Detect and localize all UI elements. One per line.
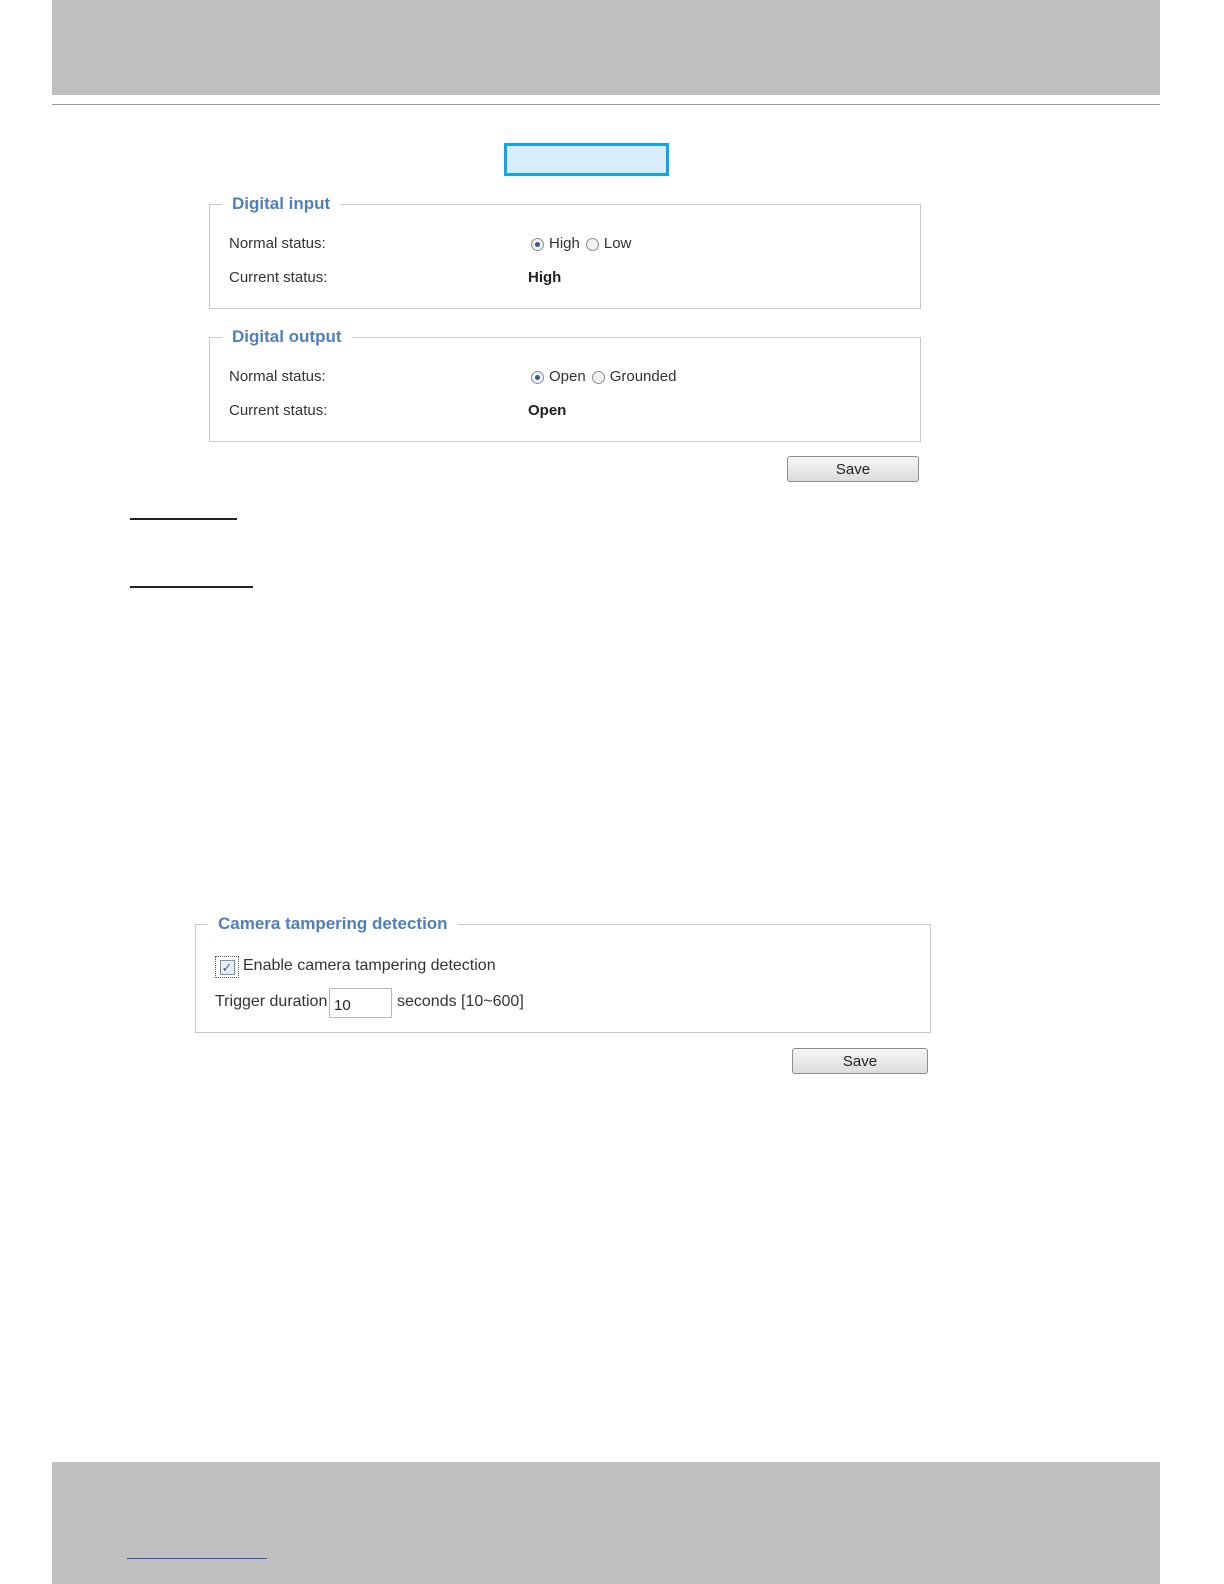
page-header-band — [52, 0, 1160, 95]
digital-input-title: Digital input — [222, 193, 341, 215]
do-current-status-label: Current status: — [229, 402, 328, 419]
do-radio-grounded-label[interactable]: Grounded — [610, 368, 677, 386]
do-radio-grounded[interactable] — [591, 370, 605, 384]
trigger-duration-input[interactable] — [329, 988, 392, 1018]
enable-tampering-checkbox-focus[interactable]: ✓ — [215, 956, 239, 978]
di-radio-low[interactable] — [585, 237, 599, 251]
underline-rule — [130, 518, 237, 520]
highlight-box — [504, 143, 669, 176]
do-normal-status-label: Normal status: — [229, 368, 326, 385]
tampering-save-button[interactable]: Save — [792, 1048, 928, 1074]
digital-output-section: Digital output — [209, 326, 921, 442]
do-current-status-value: Open — [528, 402, 567, 419]
enable-tampering-label[interactable]: Enable camera tampering detection — [243, 957, 496, 975]
trigger-duration-unit: seconds [10~600] — [397, 993, 524, 1010]
digital-input-section: Digital input — [209, 193, 921, 309]
di-radio-high[interactable] — [531, 237, 544, 251]
di-radio-high-label[interactable]: High — [549, 235, 580, 253]
footer-link-underline — [127, 1558, 267, 1559]
enable-tampering-checkbox[interactable]: ✓ — [219, 959, 235, 975]
underline-rule — [130, 586, 253, 588]
di-current-status-value: High — [528, 269, 562, 286]
di-radio-low-label[interactable]: Low — [604, 235, 632, 253]
io-save-button[interactable]: Save — [787, 456, 919, 482]
do-radio-open-label[interactable]: Open — [549, 368, 586, 386]
digital-output-title: Digital output — [222, 326, 352, 348]
di-normal-status-radios: High Low — [531, 235, 637, 253]
tampering-title: Camera tampering detection — [208, 913, 458, 935]
tampering-section: Camera tampering detection — [195, 913, 931, 1033]
trigger-duration-label: Trigger duration — [215, 993, 328, 1010]
di-current-status-label: Current status: — [229, 269, 328, 286]
page-footer-band — [52, 1462, 1160, 1584]
do-radio-open[interactable] — [531, 370, 544, 384]
header-divider — [52, 104, 1160, 105]
di-normal-status-label: Normal status: — [229, 235, 326, 252]
do-normal-status-radios: Open Grounded — [531, 368, 682, 386]
